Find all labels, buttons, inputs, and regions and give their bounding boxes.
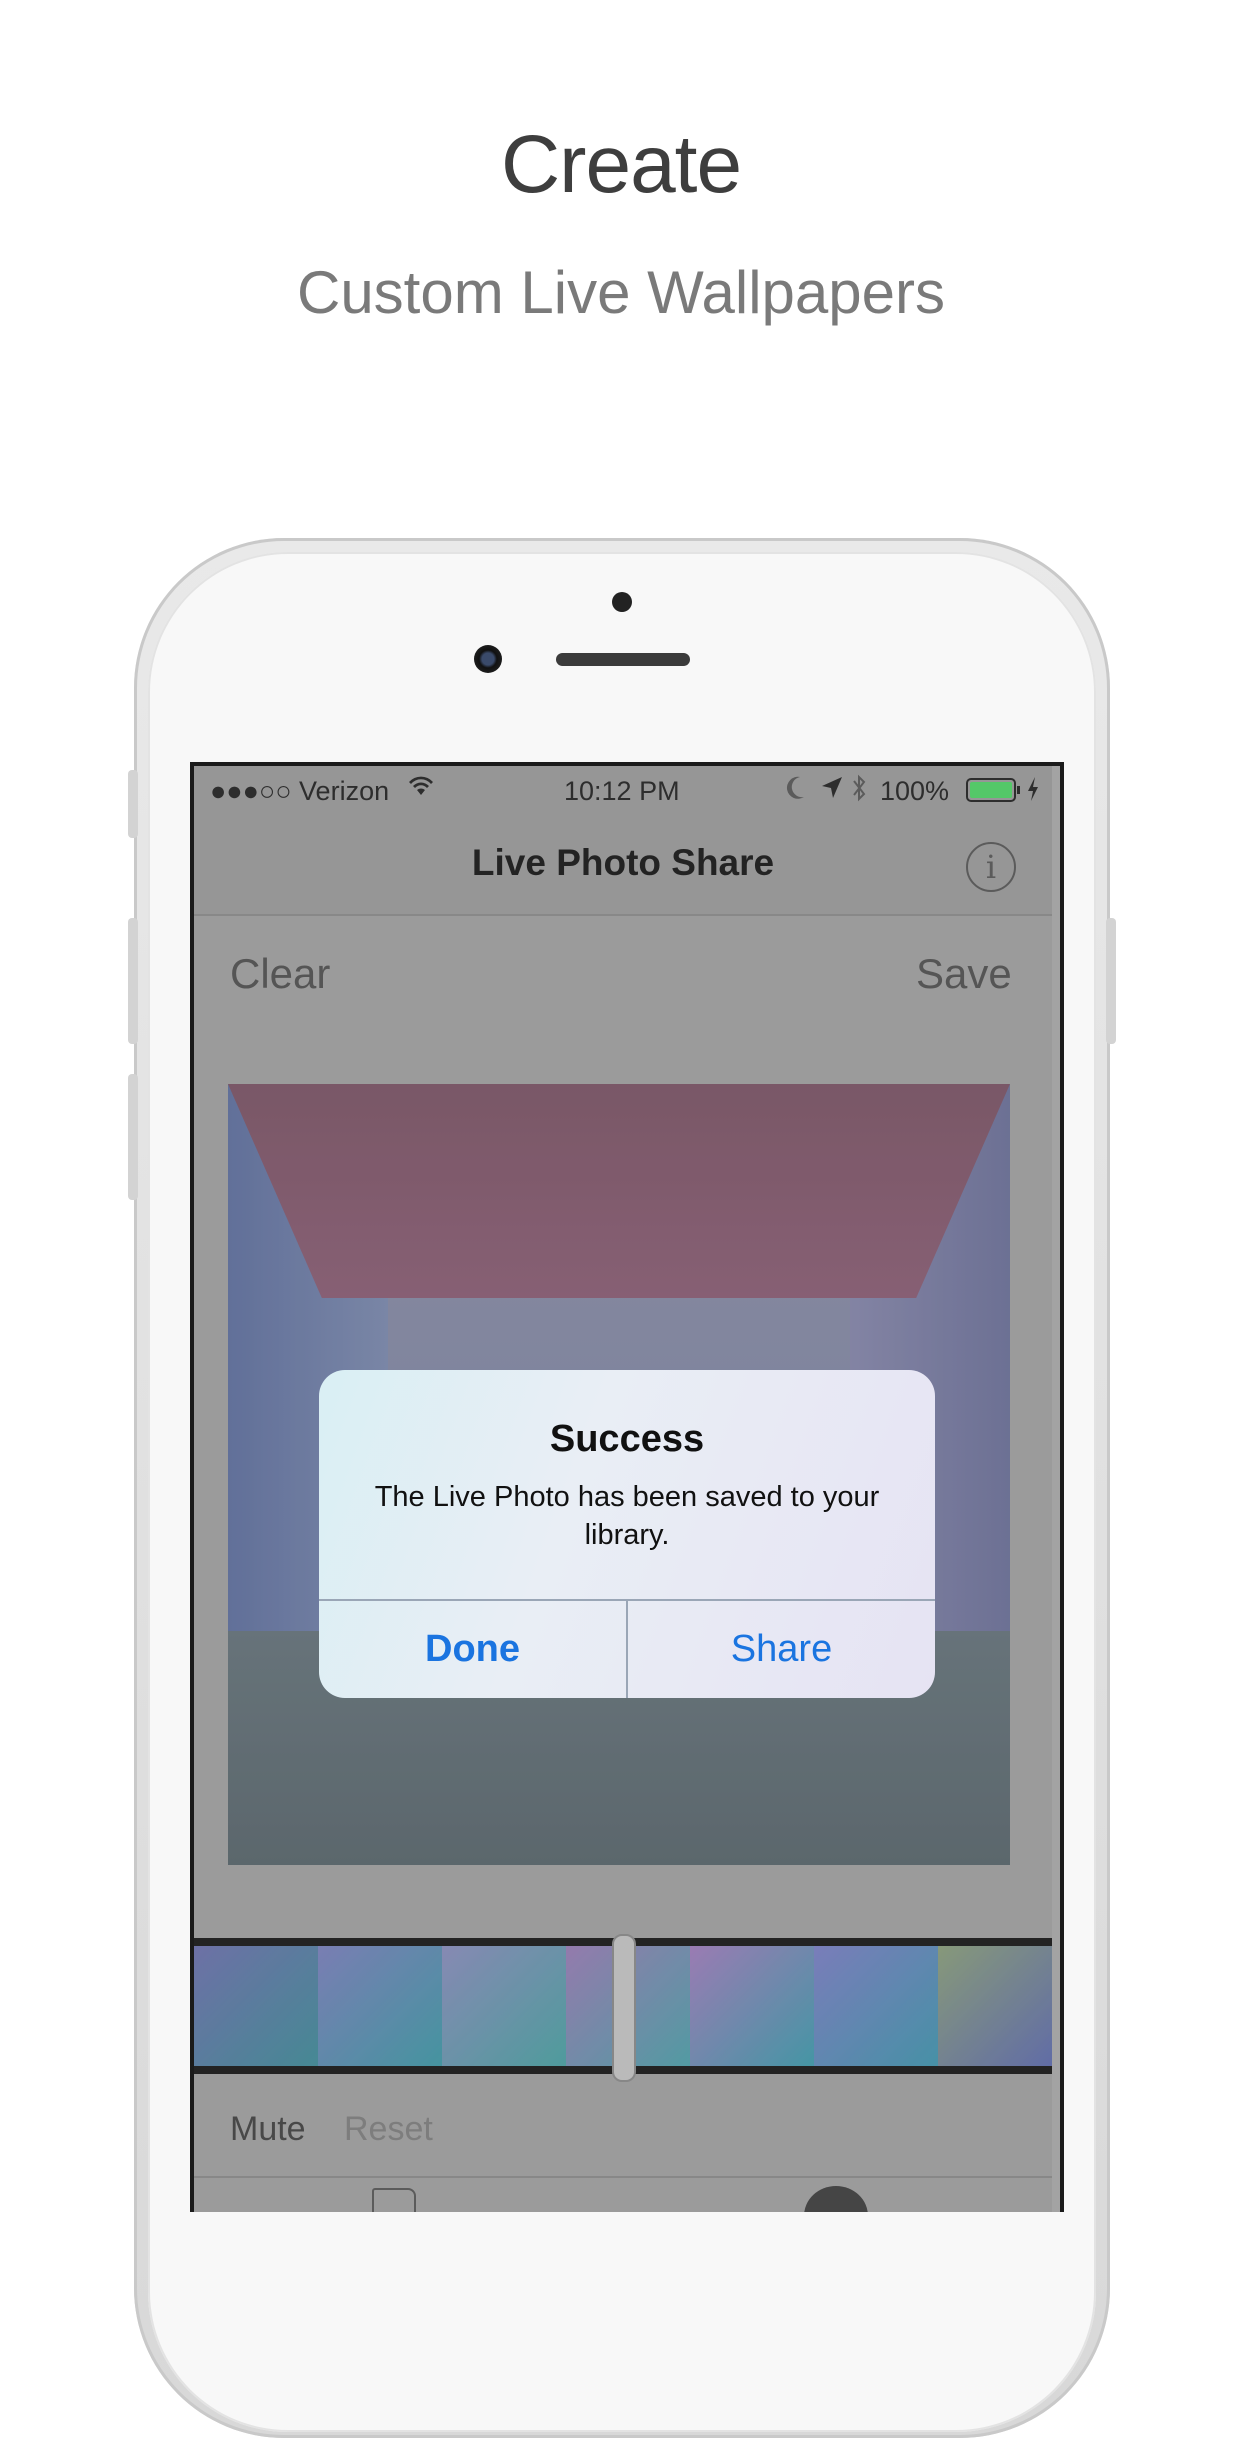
alert-message: The Live Photo has been saved to your li…	[374, 1481, 880, 1551]
phone-screen: ●●●○○ Verizon 10:12 PM 100% Live Photo S…	[190, 762, 1064, 2212]
share-button[interactable]: Share	[628, 1601, 935, 1698]
front-camera-icon	[474, 645, 502, 673]
earpiece-speaker	[556, 653, 690, 666]
success-alert: Success The Live Photo has been saved to…	[319, 1370, 935, 1698]
volume-down-button	[128, 1074, 138, 1200]
done-button[interactable]: Done	[319, 1601, 626, 1698]
power-button	[1106, 918, 1116, 1044]
volume-up-button	[128, 918, 138, 1044]
proximity-sensor	[612, 592, 632, 612]
promo-headline: Create	[500, 119, 742, 210]
mute-switch	[128, 770, 138, 838]
promo-subheadline: Custom Live Wallpapers	[296, 259, 946, 326]
alert-title: Success	[549, 1418, 705, 1460]
